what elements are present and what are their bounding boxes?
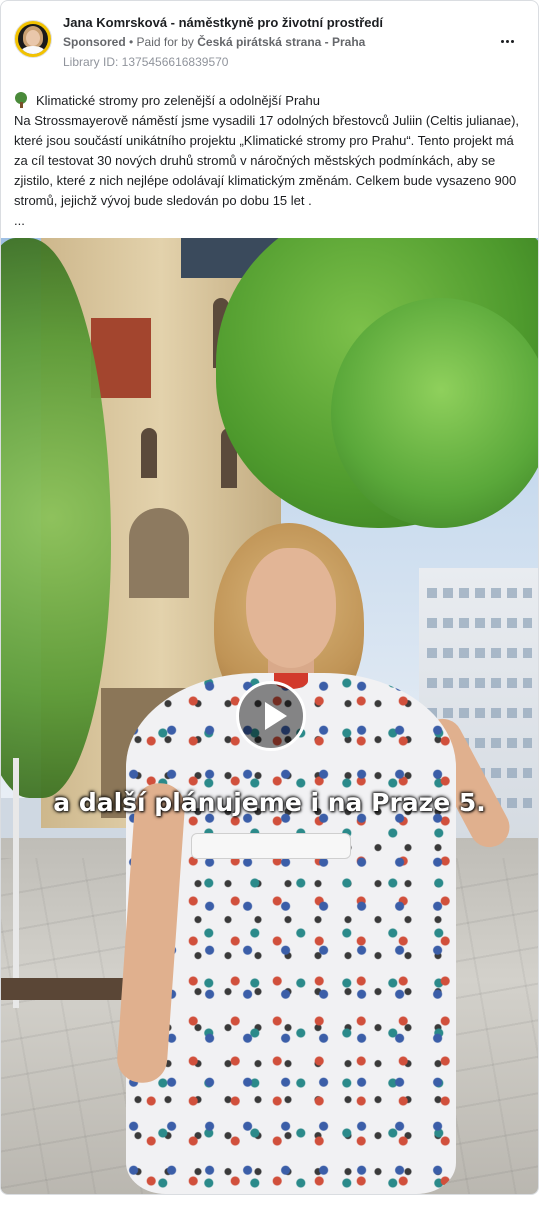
paid-for-by-prefix: Paid for by [136, 35, 198, 49]
ad-paragraph: Na Strossmayerově náměstí jsme vysadili … [14, 113, 520, 208]
avatar[interactable] [14, 20, 52, 58]
ad-card: Jana Komrsková - náměstkyně pro životní … [0, 0, 539, 1195]
library-id: Library ID: 1375456616839570 [63, 55, 229, 69]
video-caption: a další plánujeme i na Praze 5. [53, 788, 486, 817]
sponsored-label: Sponsored [63, 35, 126, 49]
deciduous-tree-icon [14, 92, 28, 108]
meta-separator: • [125, 35, 137, 49]
sponsor-line: Sponsored • Paid for by Česká pirátská s… [63, 35, 365, 49]
play-icon[interactable] [236, 681, 306, 751]
paid-for-by-name[interactable]: Česká pirátská strana - Praha [197, 35, 365, 49]
more-options-icon[interactable] [493, 31, 521, 51]
ad-ellipsis[interactable]: ... [14, 211, 526, 231]
video-speaker [96, 523, 517, 1194]
ad-body-text: Klimatické stromy pro zelenější a odolně… [14, 91, 526, 231]
ad-headline-line: Klimatické stromy pro zelenější a odolně… [14, 91, 526, 111]
post-header: Jana Komrsková - náměstkyně pro životní … [1, 1, 538, 79]
page-name[interactable]: Jana Komrsková - náměstkyně pro životní … [63, 15, 383, 30]
ad-video[interactable]: a další plánujeme i na Praze 5. [1, 238, 538, 1194]
ad-headline: Klimatické stromy pro zelenější a odolně… [36, 93, 320, 108]
